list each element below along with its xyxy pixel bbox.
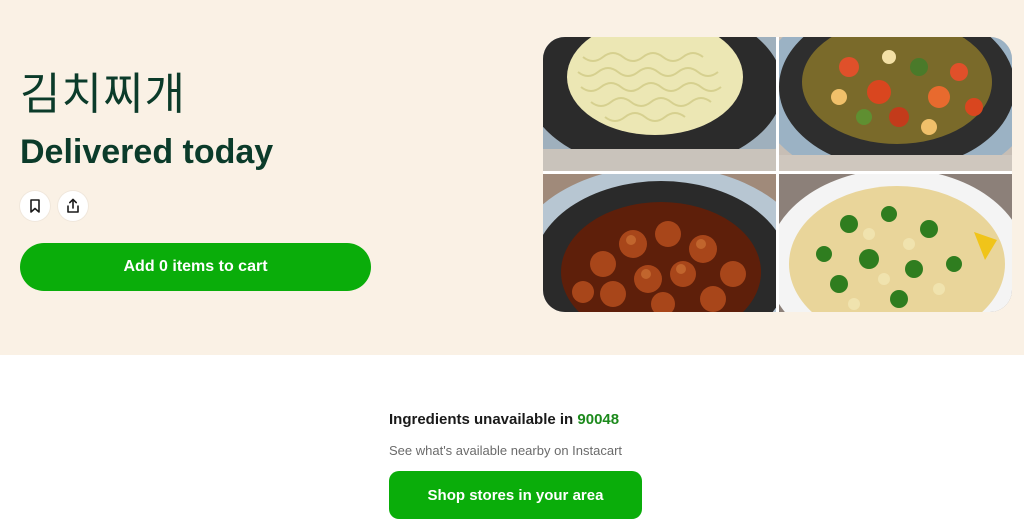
bookmark-icon xyxy=(30,199,40,213)
recipe-photo-stir-fry xyxy=(779,37,1012,171)
delivery-status: Delivered today xyxy=(20,133,274,171)
shop-stores-button[interactable]: Shop stores in your area xyxy=(389,471,642,519)
share-icon xyxy=(67,198,79,213)
share-button[interactable] xyxy=(58,191,88,221)
availability-message: Ingredients unavailable in 90048 xyxy=(389,411,619,428)
recipe-photo-gnocchi xyxy=(779,174,1012,312)
availability-text: Ingredients unavailable in xyxy=(389,411,578,428)
recipe-photo-glazed-chicken xyxy=(543,174,776,312)
recipe-hero: 김치찌개 Delivered today Add 0 items to cart xyxy=(0,0,1024,355)
availability-hint: See what's available nearby on Instacart xyxy=(389,443,623,458)
recipe-photo-noodles xyxy=(543,37,776,171)
add-to-cart-button[interactable]: Add 0 items to cart xyxy=(20,243,371,291)
recipe-title: 김치찌개 xyxy=(20,69,186,120)
zip-code[interactable]: 90048 xyxy=(577,411,619,428)
recipe-photo-gallery xyxy=(543,37,1012,312)
bookmark-button[interactable] xyxy=(20,191,50,221)
